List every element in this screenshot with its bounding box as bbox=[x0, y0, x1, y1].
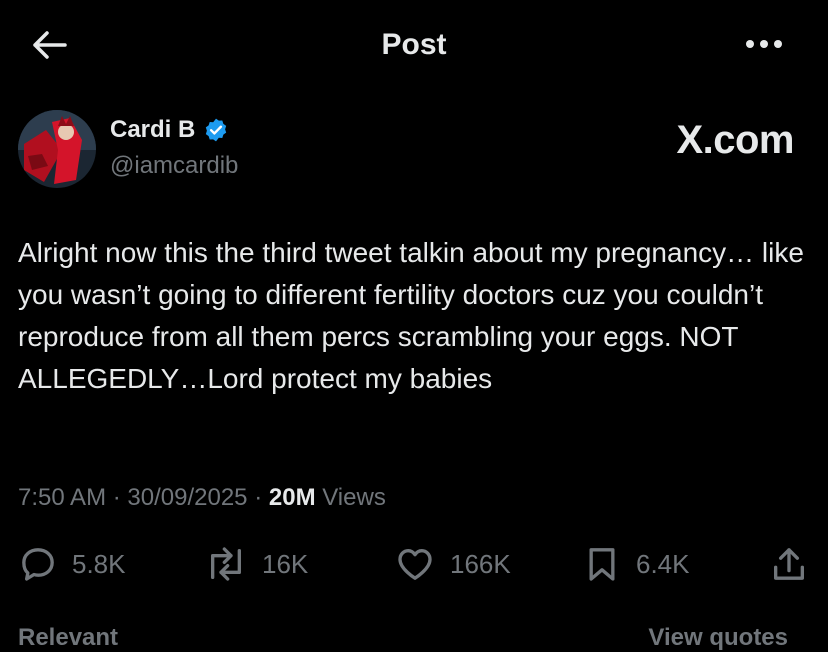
bookmark-count: 6.4K bbox=[636, 548, 690, 579]
bookmark-button[interactable]: 6.4K bbox=[582, 544, 690, 584]
views-label: Views bbox=[322, 484, 386, 511]
author-name-row[interactable]: Cardi B bbox=[110, 116, 229, 144]
reply-button[interactable]: 5.8K bbox=[18, 544, 126, 584]
view-quotes-link[interactable]: View quotes bbox=[648, 624, 788, 652]
profile-avatar bbox=[18, 110, 96, 188]
relevant-sort-button[interactable]: Relevant bbox=[18, 624, 118, 652]
author-handle[interactable]: @iamcardib bbox=[110, 152, 238, 180]
reply-icon bbox=[22, 548, 54, 581]
repost-button[interactable]: 16K bbox=[204, 544, 308, 584]
meta-separator: · bbox=[254, 484, 263, 511]
bookmark-icon bbox=[589, 548, 615, 581]
views-count: 20M bbox=[268, 484, 316, 511]
more-button[interactable] bbox=[740, 26, 788, 62]
x-com-watermark: X.com bbox=[676, 118, 794, 162]
share-button[interactable] bbox=[768, 544, 810, 584]
avatar[interactable] bbox=[18, 110, 96, 188]
meta-separator: · bbox=[112, 484, 121, 511]
post-footer-tabs: Relevant View quotes bbox=[0, 618, 828, 651]
like-button[interactable]: 166K bbox=[394, 544, 511, 584]
like-count: 166K bbox=[450, 548, 511, 579]
page-title: Post bbox=[381, 28, 447, 61]
share-icon bbox=[774, 548, 804, 580]
post-text: Alright now this the third tweet talkin … bbox=[18, 237, 804, 394]
author-name[interactable]: Cardi B bbox=[110, 116, 195, 144]
reply-count: 5.8K bbox=[72, 548, 126, 579]
post-time[interactable]: 7:50 AM bbox=[18, 484, 106, 511]
verified-badge-icon bbox=[206, 118, 227, 142]
repost-count: 16K bbox=[262, 548, 309, 579]
like-icon bbox=[398, 549, 432, 580]
more-horizontal-icon bbox=[746, 40, 782, 48]
repost-icon bbox=[211, 547, 241, 581]
post-date[interactable]: 30/09/2025 bbox=[127, 484, 247, 511]
post-meta: 7:50 AM · 30/09/2025 · 20M Views bbox=[18, 484, 386, 512]
